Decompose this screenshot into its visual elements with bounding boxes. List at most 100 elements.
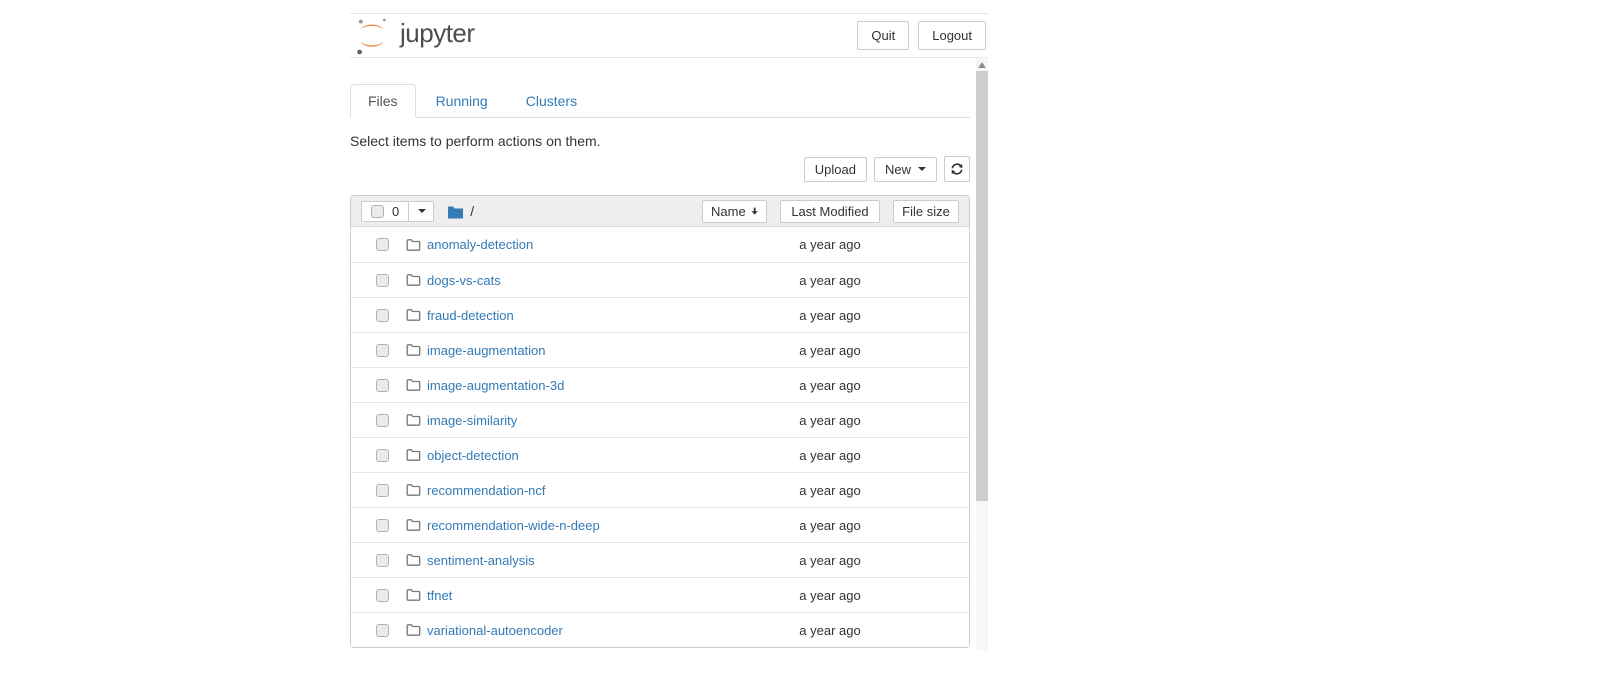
breadcrumb-folder-icon[interactable] [447,204,464,219]
tab-bar: Files Running Clusters [350,84,970,118]
row-checkbox[interactable] [376,484,389,497]
row-checkbox[interactable] [376,624,389,637]
sort-name-button[interactable]: Name [702,200,767,223]
file-list-header: 0 / Name [351,196,969,227]
sort-last-modified-button[interactable]: Last Modified [780,200,880,223]
file-link[interactable]: variational-autoencoder [427,623,780,638]
scrollbar-thumb[interactable] [976,71,988,501]
file-row: recommendation-wide-n-deep a year ago [351,507,969,542]
jupyter-logo[interactable]: jupyter [351,16,475,56]
file-row: anomaly-detection a year ago [351,227,969,262]
last-modified-cell: a year ago [780,413,880,428]
file-list: 0 / Name [350,195,970,648]
folder-icon [406,343,421,357]
file-link[interactable]: object-detection [427,448,780,463]
last-modified-cell: a year ago [780,483,880,498]
body-content: Files Running Clusters Select items to p… [350,84,970,648]
logout-button[interactable]: Logout [918,21,986,50]
file-link[interactable]: tfnet [427,588,780,603]
last-modified-cell: a year ago [780,343,880,358]
file-link[interactable]: dogs-vs-cats [427,273,780,288]
file-row: image-augmentation-3d a year ago [351,367,969,402]
last-modified-cell: a year ago [780,237,880,252]
row-checkbox[interactable] [376,309,389,322]
logo-wordmark: jupyter [400,18,475,49]
new-dropdown-button[interactable]: New [874,157,937,182]
file-link[interactable]: sentiment-analysis [427,553,780,568]
select-dropdown-button[interactable] [408,201,434,222]
file-link[interactable]: image-similarity [427,413,780,428]
refresh-icon [950,162,964,176]
quit-button[interactable]: Quit [857,21,909,50]
folder-icon [406,518,421,532]
file-row: image-similarity a year ago [351,402,969,437]
row-checkbox[interactable] [376,274,389,287]
last-modified-cell: a year ago [780,518,880,533]
jupyter-file-browser: jupyter Quit Logout Files Running Cluste… [0,0,1600,679]
chevron-down-icon [918,167,926,171]
file-link[interactable]: fraud-detection [427,308,780,323]
folder-icon [406,308,421,322]
sort-name-label: Name [711,205,746,218]
last-modified-cell: a year ago [780,553,880,568]
file-link[interactable]: recommendation-ncf [427,483,780,498]
scroll-up-icon[interactable] [978,62,986,68]
row-checkbox[interactable] [376,589,389,602]
tab-files[interactable]: Files [350,84,416,118]
row-checkbox[interactable] [376,414,389,427]
jupyter-logo-icon [351,16,393,56]
row-checkbox[interactable] [376,344,389,357]
sort-file-size-button[interactable]: File size [893,200,959,223]
breadcrumb-path[interactable]: / [470,203,474,219]
folder-icon [406,238,421,252]
body-region: Files Running Clusters Select items to p… [350,58,988,650]
row-checkbox[interactable] [376,519,389,532]
arrow-down-icon [751,205,758,217]
row-checkbox[interactable] [376,449,389,462]
chevron-down-icon [418,209,426,213]
row-checkbox[interactable] [376,238,389,251]
tab-clusters[interactable]: Clusters [508,84,595,118]
instructions-text: Select items to perform actions on them. [350,133,970,149]
selected-count: 0 [392,205,399,218]
last-modified-cell: a year ago [780,273,880,288]
file-row: image-augmentation a year ago [351,332,969,367]
folder-icon [406,588,421,602]
row-checkbox[interactable] [376,379,389,392]
folder-icon [406,378,421,392]
page-header: jupyter Quit Logout [350,13,988,58]
last-modified-cell: a year ago [780,448,880,463]
last-modified-cell: a year ago [780,308,880,323]
select-all-button-group: 0 [361,201,434,222]
file-list-body: anomaly-detection a year ago dogs-vs-cat… [351,227,969,647]
upload-button[interactable]: Upload [804,157,867,182]
file-row: tfnet a year ago [351,577,969,612]
folder-icon [406,553,421,567]
file-row: recommendation-ncf a year ago [351,472,969,507]
toolbar-buttons: Upload New [350,156,970,182]
file-row: fraud-detection a year ago [351,297,969,332]
file-row: object-detection a year ago [351,437,969,472]
folder-icon [406,448,421,462]
folder-icon [406,413,421,427]
folder-icon [406,483,421,497]
refresh-button[interactable] [944,156,970,182]
last-modified-cell: a year ago [780,378,880,393]
select-all-button[interactable]: 0 [361,201,409,222]
new-dropdown-label: New [885,163,911,176]
auth-buttons: Quit Logout [857,21,986,50]
file-link[interactable]: image-augmentation-3d [427,378,780,393]
file-link[interactable]: image-augmentation [427,343,780,358]
folder-icon [406,273,421,287]
file-link[interactable]: anomaly-detection [427,237,780,252]
select-all-checkbox[interactable] [371,205,384,218]
folder-icon [406,623,421,637]
vertical-scrollbar[interactable] [976,58,988,650]
last-modified-cell: a year ago [780,623,880,638]
file-row: sentiment-analysis a year ago [351,542,969,577]
file-link[interactable]: recommendation-wide-n-deep [427,518,780,533]
last-modified-cell: a year ago [780,588,880,603]
tab-running[interactable]: Running [418,84,506,118]
row-checkbox[interactable] [376,554,389,567]
file-row: variational-autoencoder a year ago [351,612,969,647]
